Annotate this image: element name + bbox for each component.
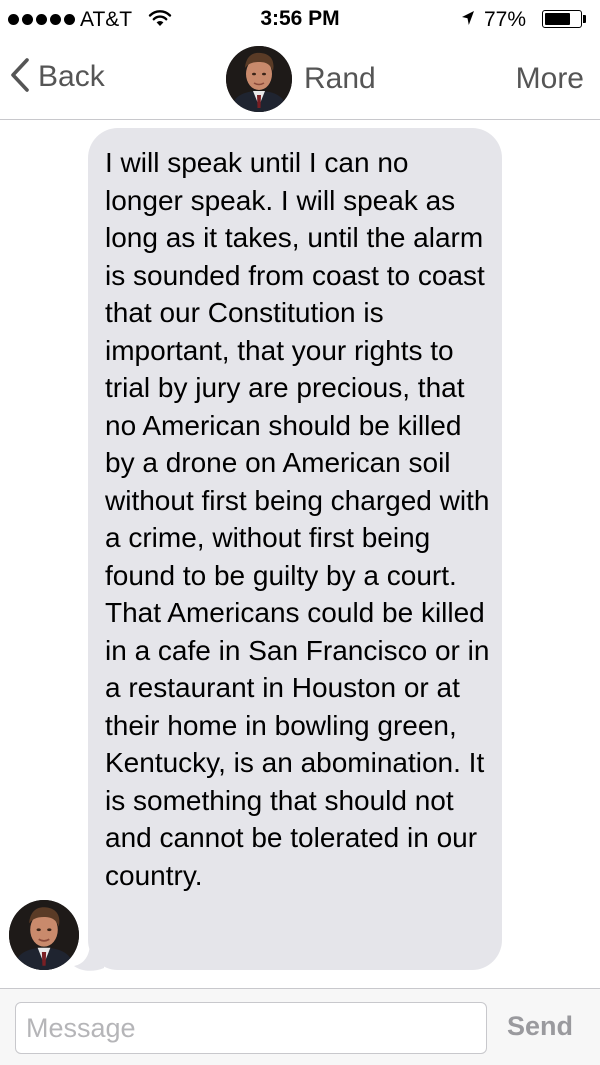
nav-bar: Back Rand More [0,38,600,120]
send-button[interactable]: Send [507,1011,573,1042]
contact-header[interactable]: Rand [226,46,376,112]
contact-name: Rand [304,62,376,95]
status-bar: AT&T 3:56 PM 77% [0,0,600,38]
battery-percent: 77% [484,8,527,31]
more-button[interactable]: More [516,62,584,96]
bubble-tail [74,942,104,971]
conversation-thread: I will speak until I can no longer speak… [0,120,600,988]
compose-bar: Send [0,988,600,1065]
battery-level-fill [545,13,570,25]
sender-avatar[interactable] [9,900,79,970]
back-label: Back [38,60,105,93]
messages-screen: AT&T 3:56 PM 77% Back Rand More I will s… [0,0,600,1065]
message-text: I will speak until I can no longer speak… [105,147,490,891]
battery-icon [542,10,582,28]
contact-avatar[interactable] [226,46,292,112]
battery-tip [583,15,586,23]
message-input[interactable] [15,1002,487,1054]
location-arrow-icon [461,10,475,31]
chevron-left-icon [10,57,30,98]
incoming-message-bubble[interactable]: I will speak until I can no longer speak… [88,128,502,970]
back-button[interactable]: Back [10,56,105,98]
